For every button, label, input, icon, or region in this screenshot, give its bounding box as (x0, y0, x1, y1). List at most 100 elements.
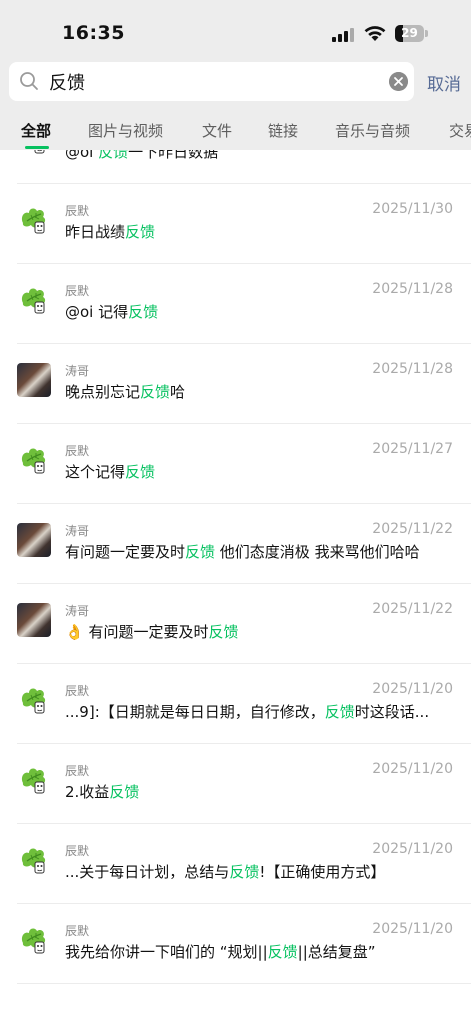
sender-name: 涛哥 (65, 524, 90, 538)
message-snippet: @oi 记得反馈 (65, 301, 457, 322)
avatar (17, 683, 51, 717)
snippet-text: 昨日战绩 (65, 223, 126, 241)
search-bar[interactable] (9, 62, 414, 101)
search-icon (20, 72, 38, 90)
result-row[interactable]: 辰默 2025/11/27 这个记得反馈 (0, 424, 471, 504)
message-date: 2025/11/27 (372, 441, 453, 457)
sender-name: 辰默 (65, 684, 90, 698)
result-row[interactable]: 涛哥 2025/11/28 晚点别忘记反馈哈 (0, 344, 471, 424)
tab-images-videos[interactable]: 图片与视频 (88, 120, 163, 141)
avatar (17, 523, 51, 557)
snippet-text: 哈 (170, 383, 186, 401)
message-snippet: @oi 反馈一下昨日数据 (65, 150, 457, 162)
avatar (17, 203, 51, 237)
sender-name: 辰默 (65, 844, 90, 858)
snippet-text: ...关于每日计划，总结与 (65, 863, 230, 881)
sender-name: 辰默 (65, 764, 90, 778)
message-snippet: 我先给你讲一下咱们的 “规划||反馈||总结复盘” (65, 941, 457, 962)
keyword-highlight: 反馈 (267, 943, 298, 961)
snippet-text: 👌 有问题一定要及时 (65, 623, 209, 641)
avatar (17, 923, 51, 957)
snippet-text: ...9]:【日期就是每日日期，自行修改， (65, 703, 325, 721)
header: 16:35 29 取消 全部 图片与视频 文件 链接 音乐与音频 (0, 0, 471, 150)
message-date: 2025/11/22 (372, 601, 453, 617)
snippet-text: 时这段话... (354, 703, 430, 721)
message-date: 2025/11/22 (372, 521, 453, 537)
result-row[interactable]: @oi 反馈一下昨日数据 (0, 150, 471, 184)
message-snippet: 👌 有问题一定要及时反馈 (65, 621, 457, 642)
tab-links[interactable]: 链接 (268, 120, 298, 141)
message-date: 2025/11/28 (372, 281, 453, 297)
keyword-highlight: 反馈 (229, 863, 260, 881)
avatar (17, 603, 51, 637)
search-input[interactable] (49, 66, 379, 97)
snippet-text: 他们态度消极 我来骂他们哈哈 (215, 543, 420, 561)
tab-all[interactable]: 全部 (21, 120, 51, 141)
keyword-highlight: 反馈 (98, 150, 129, 161)
message-snippet: 晚点别忘记反馈哈 (65, 381, 457, 402)
result-row[interactable]: 涛哥 2025/11/22 有问题一定要及时反馈 他们态度消极 我来骂他们哈哈 (0, 504, 471, 584)
status-time: 16:35 (62, 22, 125, 44)
message-snippet: 昨日战绩反馈 (65, 221, 457, 242)
result-row[interactable]: 辰默 2025/11/20 2.收益反馈 (0, 744, 471, 824)
snippet-text: 有问题一定要及时 (65, 543, 186, 561)
result-row[interactable]: 涛哥 2025/11/22 👌 有问题一定要及时反馈 (0, 584, 471, 664)
keyword-highlight: 反馈 (125, 463, 156, 481)
wifi-icon (364, 26, 386, 41)
snippet-text: @oi (65, 150, 99, 161)
message-snippet: 2.收益反馈 (65, 781, 457, 802)
sender-name: 辰默 (65, 924, 90, 938)
tab-music-audio[interactable]: 音乐与音频 (335, 120, 410, 141)
keyword-highlight: 反馈 (140, 383, 171, 401)
keyword-highlight: 反馈 (125, 223, 156, 241)
avatar (17, 150, 51, 157)
result-row[interactable]: 辰默 2025/11/20 ...关于每日计划，总结与反馈!【正确使用方式】 (0, 824, 471, 904)
snippet-text: ||总结复盘” (297, 943, 376, 961)
message-date: 2025/11/30 (372, 201, 453, 217)
battery-icon: 29 (395, 25, 428, 42)
row-divider (17, 983, 471, 984)
active-tab-indicator (25, 146, 49, 149)
snippet-text: @oi 记得 (65, 303, 129, 321)
keyword-highlight: 反馈 (208, 623, 239, 641)
snippet-text: 我先给你讲一下咱们的 “规划|| (65, 943, 268, 961)
result-row[interactable]: 辰默 2025/11/20 ...9]:【日期就是每日日期，自行修改，反馈时这段话.… (0, 664, 471, 744)
battery-level: 29 (401, 26, 418, 40)
keyword-highlight: 反馈 (324, 703, 355, 721)
cancel-button[interactable]: 取消 (427, 70, 461, 95)
status-bar: 16:35 29 (0, 0, 471, 62)
avatar (17, 283, 51, 317)
sender-name: 辰默 (65, 284, 90, 298)
message-date: 2025/11/20 (372, 841, 453, 857)
sender-name: 涛哥 (65, 364, 90, 378)
message-snippet: ...9]:【日期就是每日日期，自行修改，反馈时这段话... (65, 701, 457, 722)
message-date: 2025/11/20 (372, 761, 453, 777)
snippet-text: 这个记得 (65, 463, 126, 481)
avatar (17, 443, 51, 477)
message-snippet: ...关于每日计划，总结与反馈!【正确使用方式】 (65, 861, 457, 882)
snippet-text: 一下昨日数据 (128, 150, 219, 161)
sender-name: 辰默 (65, 204, 90, 218)
snippet-text: 2.收益 (65, 783, 110, 801)
keyword-highlight: 反馈 (185, 543, 216, 561)
result-row[interactable]: 辰默 2025/11/20 我先给你讲一下咱们的 “规划||反馈||总结复盘” (0, 904, 471, 984)
tab-files[interactable]: 文件 (202, 120, 232, 141)
message-date: 2025/11/20 (372, 681, 453, 697)
result-row[interactable]: 辰默 2025/11/30 昨日战绩反馈 (0, 184, 471, 264)
filter-tabs: 全部 图片与视频 文件 链接 音乐与音频 交易 (0, 110, 471, 150)
avatar (17, 763, 51, 797)
snippet-text: 晚点别忘记 (65, 383, 141, 401)
message-snippet: 这个记得反馈 (65, 461, 457, 482)
sender-name: 辰默 (65, 444, 90, 458)
clear-icon[interactable] (389, 72, 408, 91)
avatar (17, 843, 51, 877)
keyword-highlight: 反馈 (109, 783, 140, 801)
message-snippet: 有问题一定要及时反馈 他们态度消极 我来骂他们哈哈 (65, 541, 457, 562)
sender-name: 涛哥 (65, 604, 90, 618)
message-date: 2025/11/28 (372, 361, 453, 377)
keyword-highlight: 反馈 (128, 303, 159, 321)
results-list: @oi 反馈一下昨日数据 辰默 2025/11/30 昨日战绩反馈 辰默 2025/1… (0, 150, 471, 1024)
result-row[interactable]: 辰默 2025/11/28 @oi 记得反馈 (0, 264, 471, 344)
tab-transactions[interactable]: 交易 (449, 120, 471, 141)
snippet-text: !【正确使用方式】 (259, 863, 386, 881)
